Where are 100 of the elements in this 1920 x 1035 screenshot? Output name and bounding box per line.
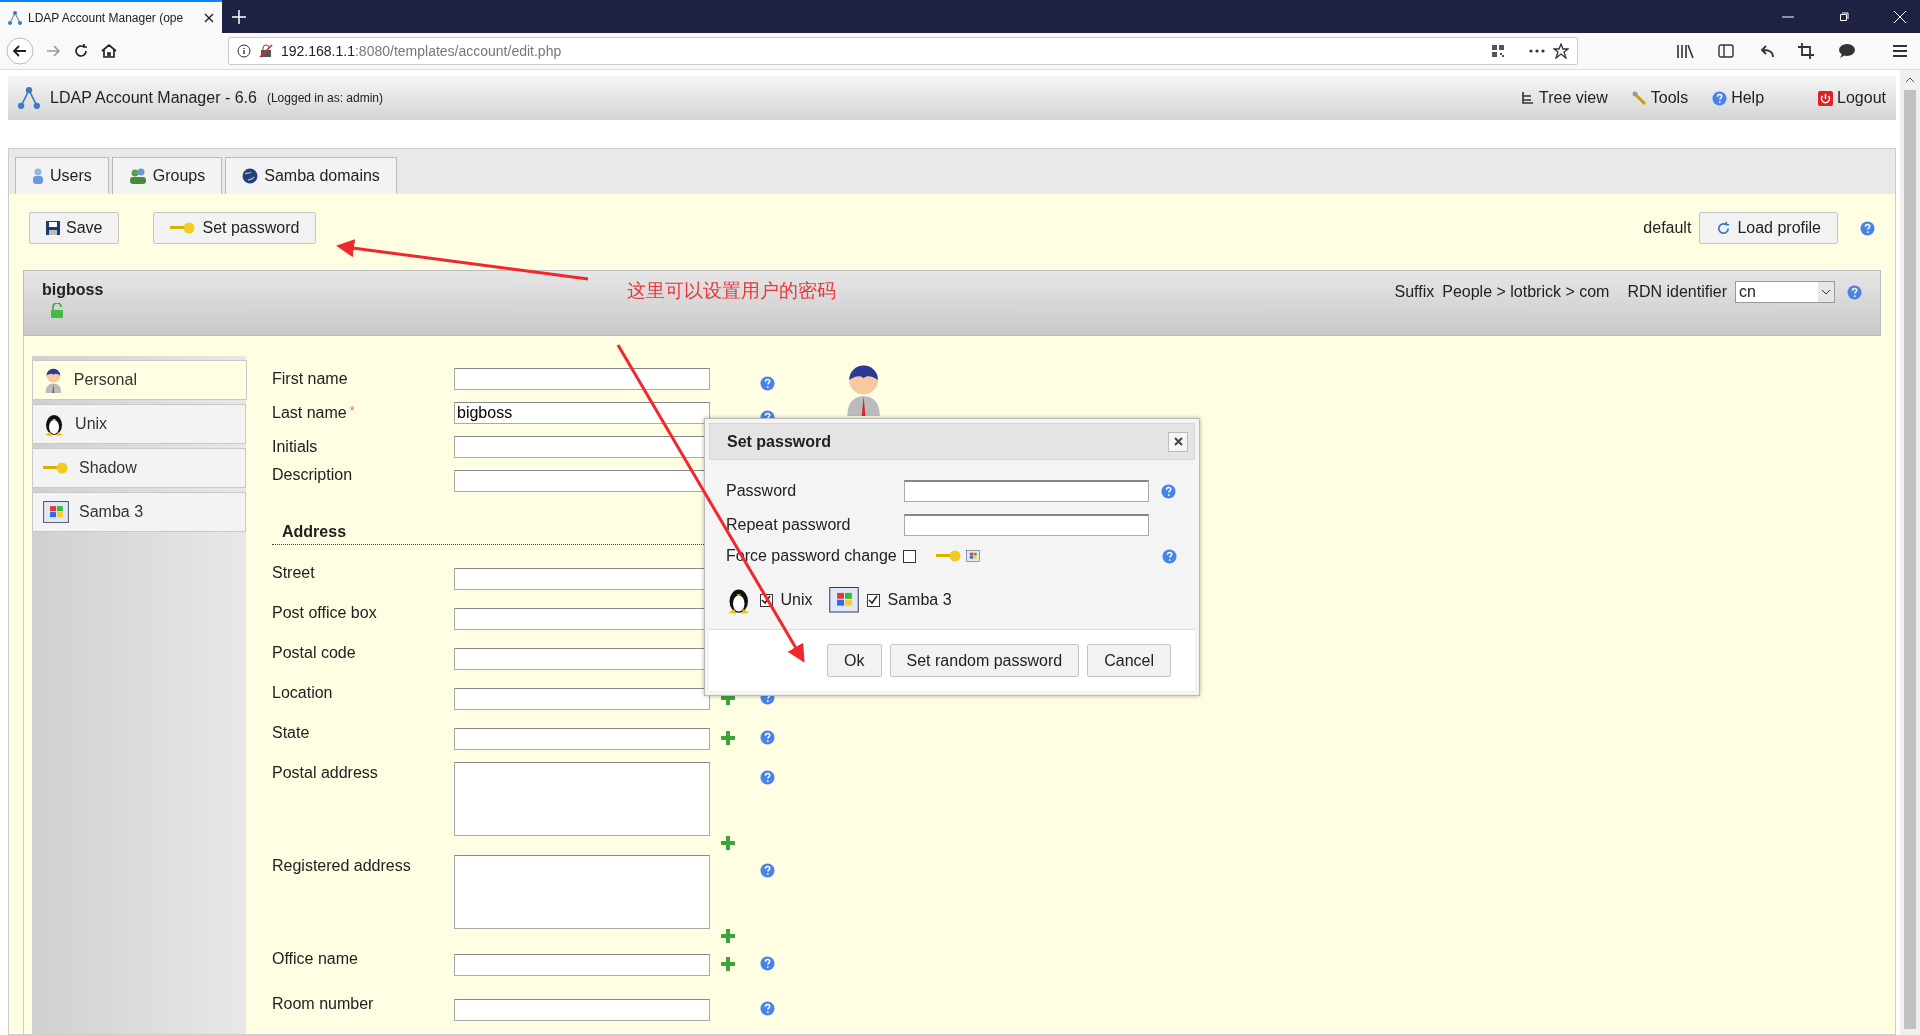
dialog-button[interactable]: Cancel <box>1087 644 1171 677</box>
rdn-label: RDN identifier <box>1627 283 1727 301</box>
logged-in-text: (Logged in as: admin) <box>266 91 383 105</box>
help-icon[interactable] <box>1162 548 1177 564</box>
field-label: Postal code <box>272 643 357 662</box>
dialog-button[interactable]: Set random password <box>889 644 1080 677</box>
library-icon[interactable] <box>1676 43 1694 59</box>
more-icon[interactable] <box>1529 49 1545 53</box>
checkbox[interactable] <box>866 593 880 607</box>
set-password-button[interactable]: Set password <box>153 212 317 244</box>
help-icon[interactable] <box>760 1001 775 1016</box>
close-icon[interactable] <box>204 12 214 23</box>
crop-icon[interactable] <box>1798 43 1814 59</box>
input-field[interactable] <box>454 368 710 390</box>
add-icon[interactable] <box>720 928 736 944</box>
help-icon[interactable] <box>1161 483 1176 499</box>
text-area[interactable] <box>454 762 710 836</box>
lam-logo-icon <box>18 87 40 109</box>
add-icon[interactable] <box>720 835 736 851</box>
group-icon <box>128 168 147 184</box>
required-mark: * <box>349 404 355 418</box>
password-field[interactable] <box>904 480 1149 502</box>
suffix-label: Suffix <box>1394 283 1435 301</box>
url-text: 192.168.1.1:8080/templates/account/edit.php <box>281 43 563 59</box>
add-icon[interactable] <box>720 956 736 972</box>
input-field[interactable] <box>454 728 710 750</box>
help-icon[interactable] <box>1860 220 1875 236</box>
help-icon[interactable] <box>760 770 775 785</box>
annotation-text: 这里可以设置用户的密码 <box>627 279 836 303</box>
windows-logo-icon <box>965 550 980 562</box>
wrench-icon <box>1631 90 1647 106</box>
nav-tab[interactable]: Groups <box>111 157 223 194</box>
field-label: Room number <box>272 994 375 1013</box>
help-icon[interactable] <box>760 730 775 745</box>
reload-icon[interactable] <box>72 42 90 60</box>
profile-name: default <box>1643 219 1692 237</box>
qr-code-icon[interactable] <box>1491 44 1505 58</box>
menu-icon[interactable] <box>1892 44 1908 58</box>
rdn-select[interactable]: cn <box>1735 281 1835 303</box>
load-profile-button[interactable]: Load profile <box>1699 212 1838 244</box>
help-icon[interactable] <box>760 956 775 971</box>
input-field[interactable] <box>454 688 710 710</box>
key-icon <box>170 222 197 234</box>
undo-icon[interactable] <box>1758 44 1774 58</box>
lam-logo-icon <box>8 10 22 25</box>
refresh-icon <box>1716 220 1732 236</box>
person-icon <box>43 367 64 393</box>
field-label: Last name * <box>272 403 356 422</box>
header-link[interactable]: Help <box>1712 89 1765 107</box>
header-link[interactable]: Tools <box>1631 89 1689 107</box>
repeat-password-field[interactable] <box>904 514 1149 536</box>
help-icon[interactable] <box>760 863 775 878</box>
close-window-icon[interactable] <box>1894 10 1906 23</box>
new-tab-icon[interactable] <box>232 9 246 24</box>
dialog-title: Set password <box>727 432 832 451</box>
close-button[interactable] <box>1168 431 1188 452</box>
help-icon[interactable] <box>1712 90 1728 106</box>
field-label: Post office box <box>272 603 378 622</box>
restore-icon[interactable] <box>1838 10 1850 23</box>
bookmark-star-icon[interactable] <box>1553 43 1569 59</box>
power-icon <box>1818 90 1834 106</box>
add-icon[interactable] <box>720 730 736 746</box>
field-label: Street <box>272 563 316 582</box>
checkbox[interactable] <box>902 549 916 563</box>
checkbox-label: Samba 3 <box>887 591 952 609</box>
module-tab[interactable]: Unix <box>32 404 246 444</box>
help-icon[interactable] <box>1847 284 1862 300</box>
unlocked-padlock-icon[interactable] <box>50 303 64 318</box>
back-icon[interactable] <box>6 37 34 65</box>
input-field[interactable] <box>454 999 710 1021</box>
checkbox-label: Unix <box>780 591 813 609</box>
nav-tab[interactable]: Users <box>15 157 109 194</box>
home-icon[interactable] <box>100 42 118 60</box>
windows-logo-icon <box>828 587 859 613</box>
scroll-up-icon[interactable] <box>1905 76 1915 84</box>
header-link[interactable]: Tree view <box>1521 89 1608 107</box>
header-link[interactable]: Logout <box>1818 89 1886 107</box>
save-button[interactable]: Save <box>29 212 120 244</box>
field-label: Postal address <box>272 763 379 782</box>
info-icon[interactable] <box>237 44 251 58</box>
help-icon[interactable] <box>760 376 775 391</box>
text-area[interactable] <box>454 855 710 929</box>
sidebar-icon[interactable] <box>1718 44 1734 58</box>
key-icon <box>935 550 962 562</box>
user-icon <box>32 168 44 184</box>
module-tab[interactable]: Personal <box>32 360 247 400</box>
input-field[interactable]: bigboss <box>454 402 710 424</box>
input-field[interactable] <box>454 954 710 976</box>
scrollbar-thumb[interactable] <box>1904 90 1916 1029</box>
field-label: Office name <box>272 949 359 968</box>
browser-tab[interactable]: LDAP Account Manager (ope <box>0 0 222 33</box>
app-title: LDAP Account Manager - 6.6 <box>50 89 257 107</box>
nav-tab[interactable]: Samba domains <box>225 157 397 194</box>
dialog-button[interactable]: Ok <box>827 644 882 677</box>
module-tab[interactable]: Shadow <box>32 448 246 488</box>
address-bar[interactable]: 192.168.1.1:8080/templates/account/edit.php <box>228 37 1578 65</box>
chat-icon[interactable] <box>1838 43 1856 59</box>
field-label: Location <box>272 683 334 702</box>
field-label: Repeat password <box>726 516 852 534</box>
module-tab[interactable]: Samba 3 <box>32 492 246 532</box>
